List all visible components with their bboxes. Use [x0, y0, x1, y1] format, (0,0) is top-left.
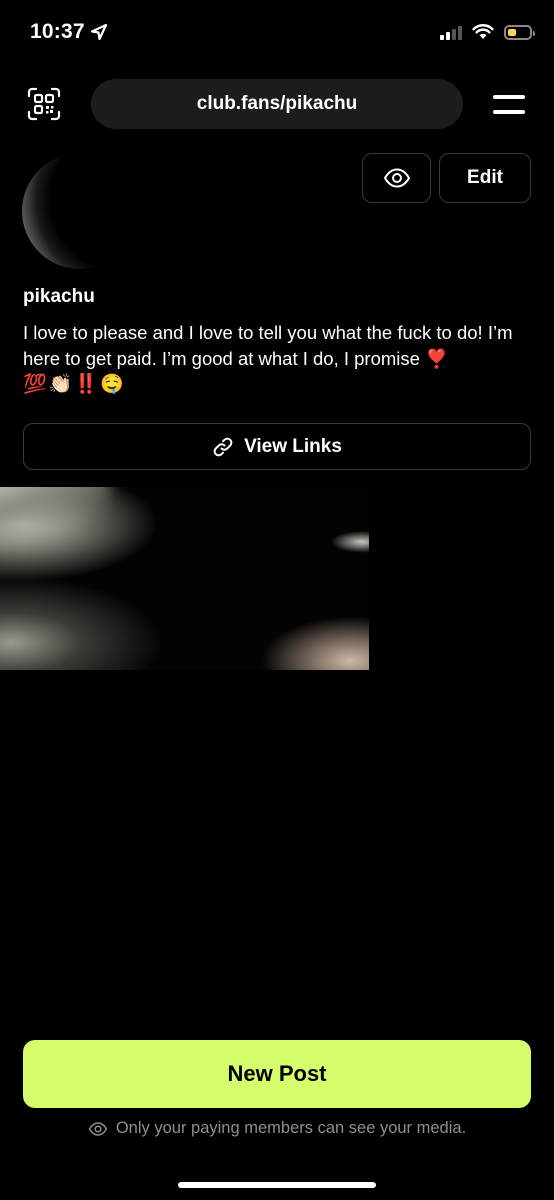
status-time-text: 10:37 [30, 20, 85, 43]
edit-profile-button[interactable]: Edit [439, 153, 531, 203]
bio-emoji: 👏🏻 [48, 374, 73, 395]
link-icon [213, 437, 233, 456]
username: pikachu [23, 286, 95, 307]
battery-icon [504, 24, 535, 40]
edit-label: Edit [467, 167, 503, 188]
signal-icon [440, 24, 462, 40]
bio-text: I love to please and I love to tell you … [23, 322, 513, 369]
bio-emojis: 💯 👏🏻 ‼️ 🤤 [23, 372, 124, 398]
media-post-thumbnail[interactable] [0, 487, 369, 670]
bio-emoji: ‼️ [74, 374, 99, 395]
view-links-button[interactable]: View Links [23, 423, 531, 470]
location-arrow-icon [90, 24, 107, 40]
new-post-label: New Post [227, 1061, 327, 1086]
view-links-label: View Links [244, 435, 342, 457]
eye-icon [88, 1121, 108, 1136]
qr-code-icon [27, 87, 61, 121]
profile-url-bar[interactable]: club.fans/pikachu [91, 79, 463, 129]
status-icons [440, 24, 535, 40]
avatar[interactable] [22, 153, 138, 269]
privacy-note: Only your paying members can see your me… [0, 1119, 554, 1138]
home-indicator[interactable] [178, 1182, 376, 1188]
new-post-button[interactable]: New Post [23, 1040, 531, 1108]
profile-url: club.fans/pikachu [196, 93, 358, 114]
wifi-icon [472, 24, 494, 39]
bio-emoji: 🤤 [100, 374, 124, 395]
eye-icon [383, 168, 410, 188]
hamburger-menu-icon[interactable] [493, 93, 525, 117]
bio-emoji: 💯 [23, 374, 47, 395]
privacy-text: Only your paying members can see your me… [115, 1119, 467, 1137]
status-time: 10:37 [30, 20, 107, 44]
preview-button[interactable] [362, 153, 431, 203]
qr-code-button[interactable] [26, 86, 62, 122]
